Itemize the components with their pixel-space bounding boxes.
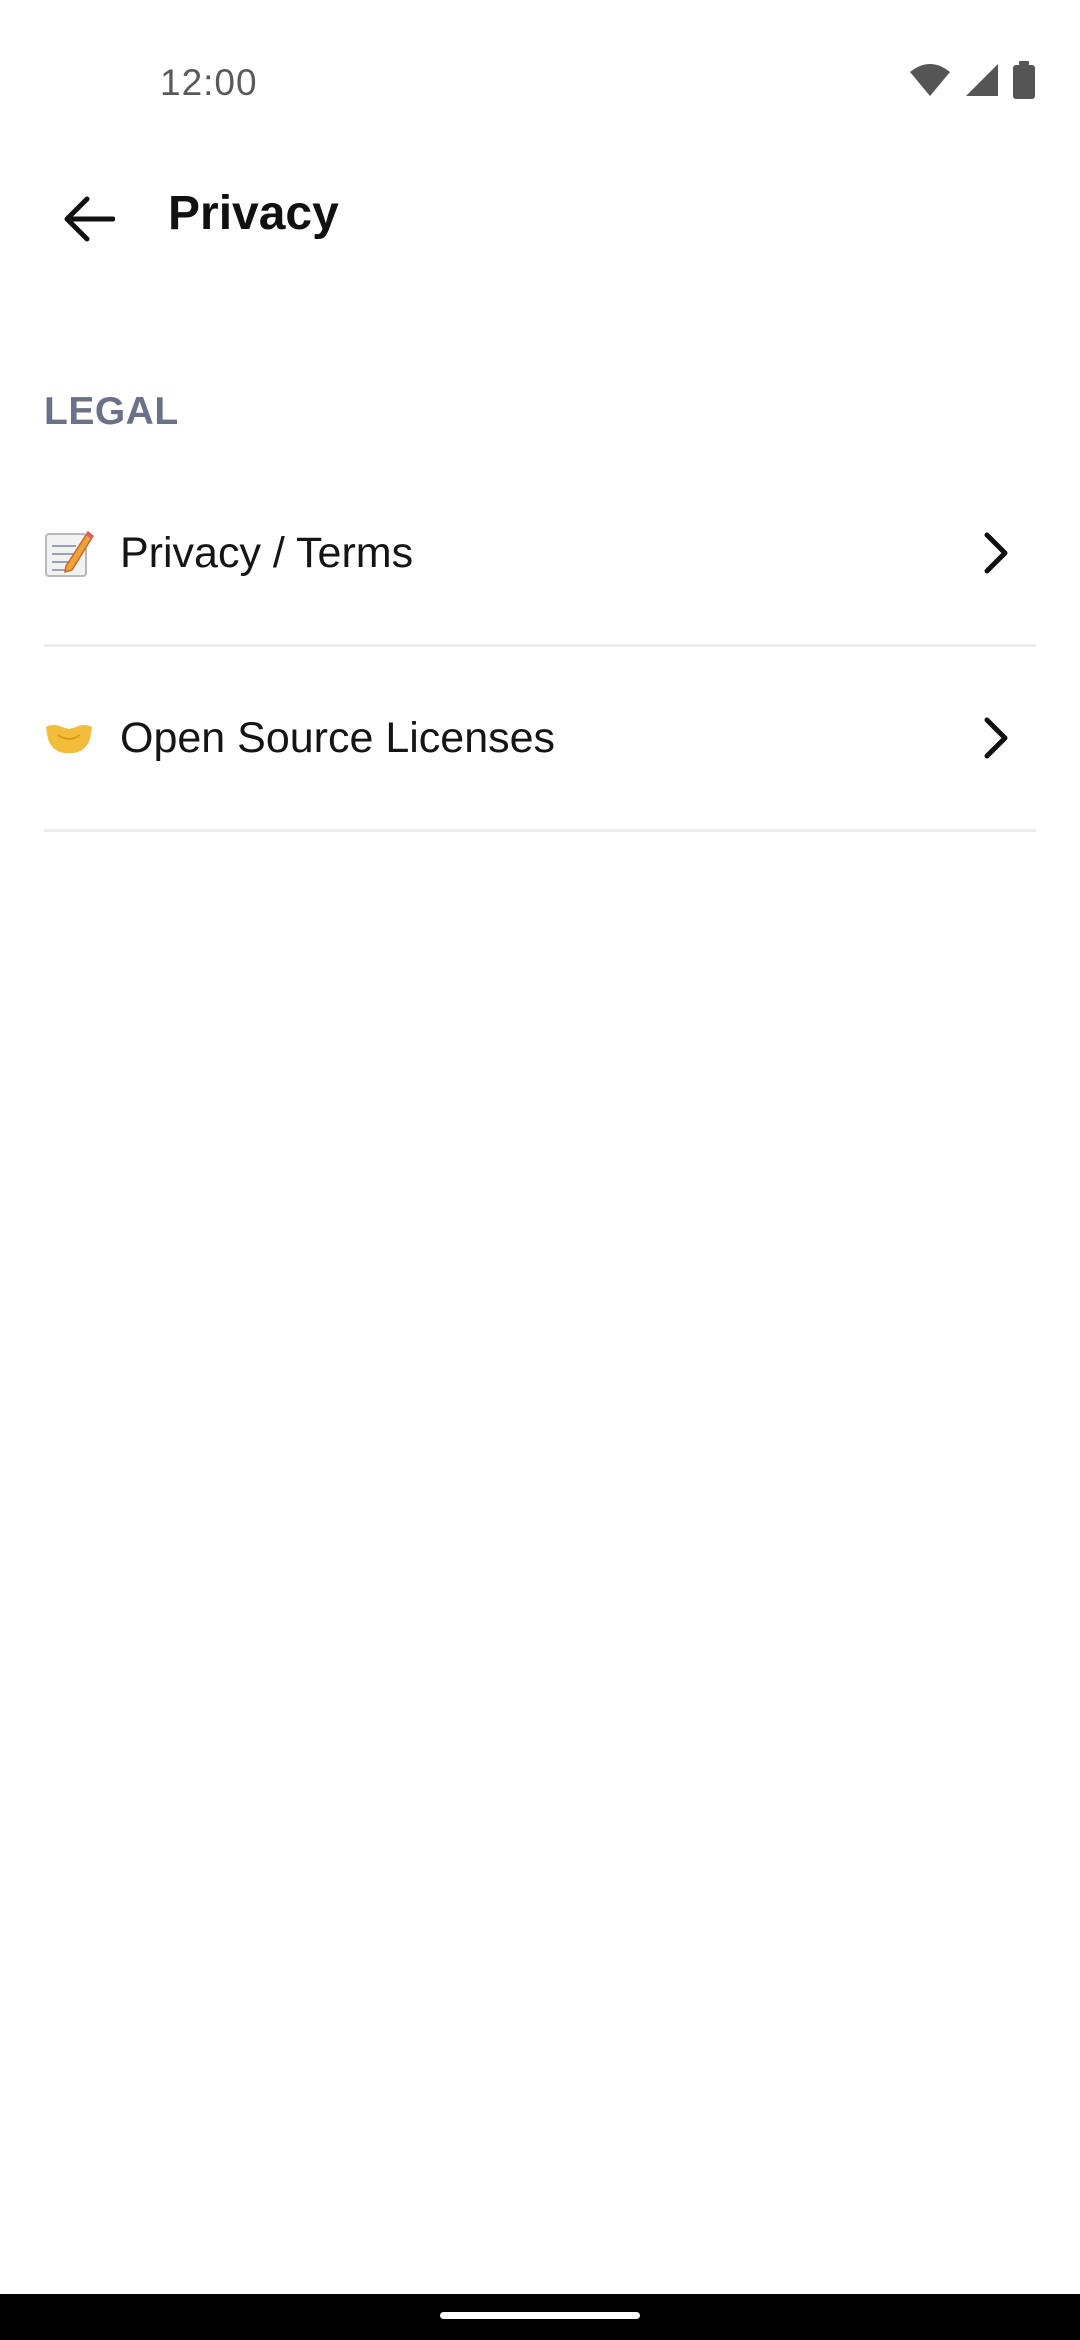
status-time: 12:00 <box>160 62 258 103</box>
page-title: Privacy <box>168 187 339 240</box>
list-item-label: Open Source Licenses <box>120 713 556 762</box>
arrow-left-icon <box>63 196 116 247</box>
status-bar: 12:00 <box>0 0 1080 168</box>
list-item-privacy-terms[interactable]: Privacy / Terms <box>44 462 1036 644</box>
wifi-icon <box>908 62 952 103</box>
chevron-right-icon <box>972 529 1020 577</box>
list-item-label: Privacy / Terms <box>120 528 414 577</box>
list-item-open-source-licenses[interactable]: Open Source Licenses <box>44 647 1036 829</box>
settings-list: Privacy / Terms Open Source Licenses <box>44 462 1036 832</box>
chevron-right-icon <box>972 714 1020 762</box>
divider <box>44 829 1036 832</box>
app-bar: Privacy <box>0 168 1080 260</box>
battery-icon <box>1012 60 1036 104</box>
home-indicator[interactable] <box>440 2312 640 2319</box>
section-header-legal: LEGAL <box>44 390 179 433</box>
memo-emoji-icon <box>44 528 94 578</box>
handshake-emoji-icon <box>44 713 94 763</box>
cellular-signal-icon <box>964 62 1000 103</box>
back-button[interactable] <box>44 176 134 266</box>
status-icons <box>908 60 1036 104</box>
system-navigation-bar <box>0 2294 1080 2340</box>
